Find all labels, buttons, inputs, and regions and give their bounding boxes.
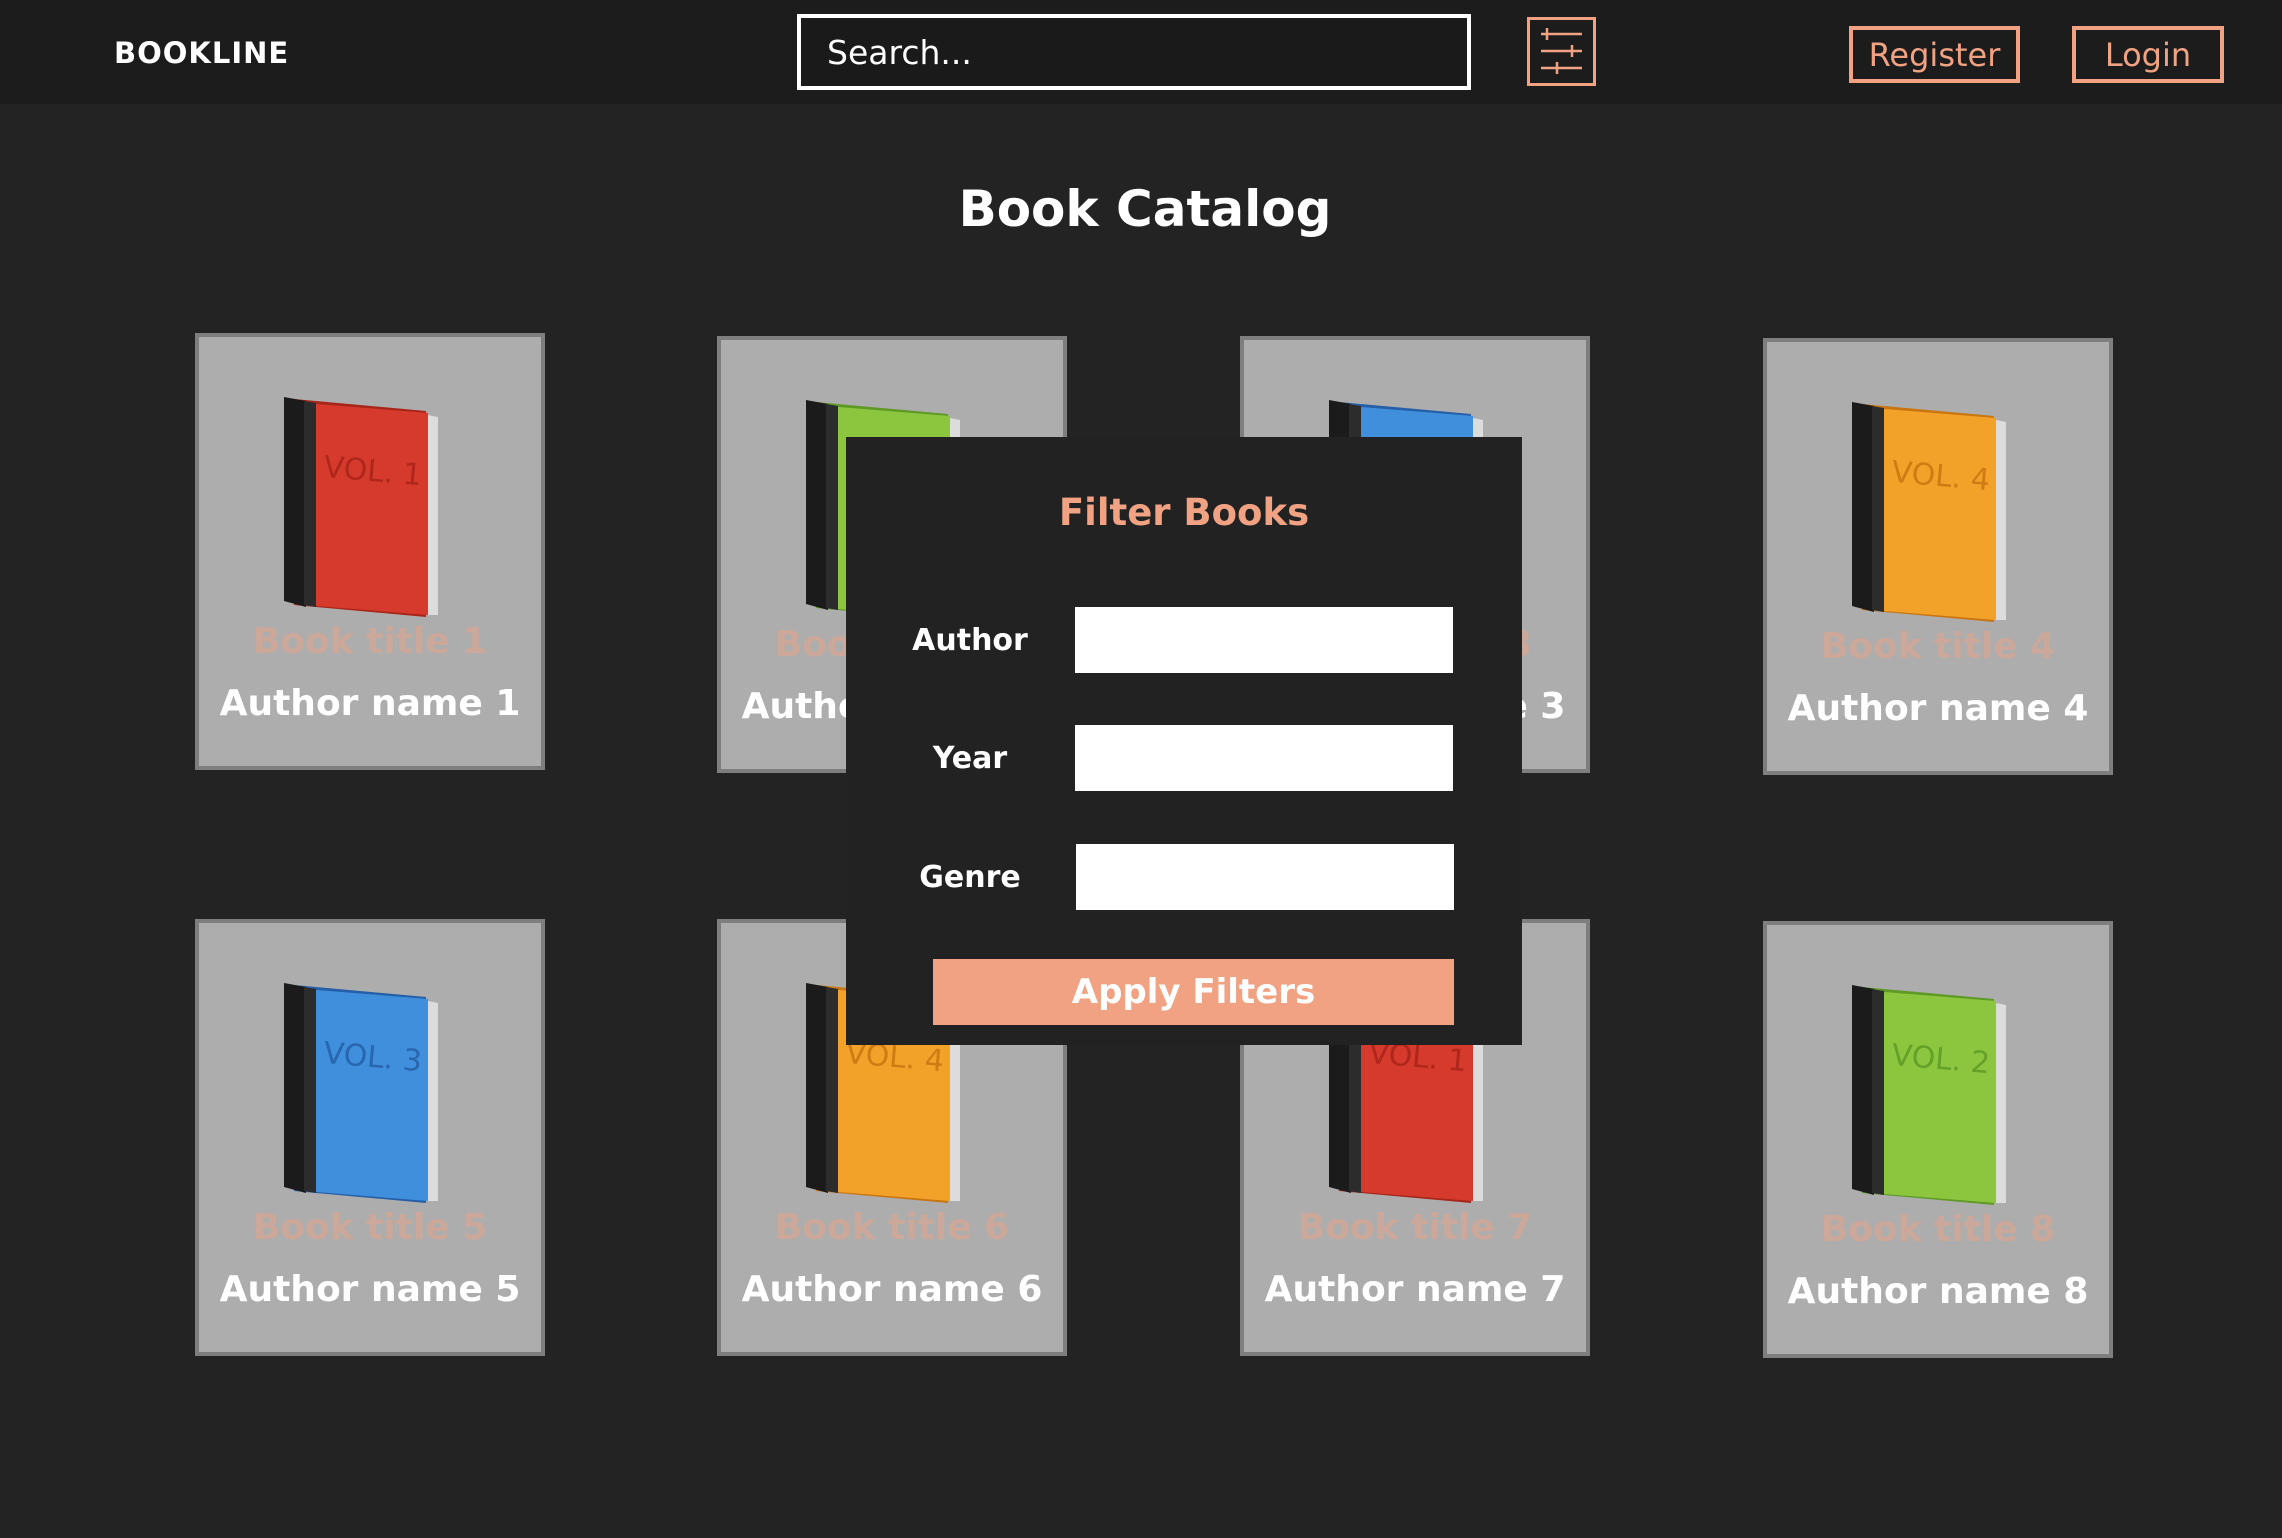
- book-title: Book title 6: [774, 1207, 1010, 1248]
- book-card[interactable]: VOL. 4 Book title 4 Author name 4: [1763, 338, 2113, 775]
- book-author: Author name 8: [1787, 1271, 2089, 1312]
- book-icon: VOL. 3: [276, 979, 466, 1214]
- book-title: Book title 7: [1297, 1207, 1533, 1248]
- register-button[interactable]: Register: [1849, 26, 2020, 83]
- genre-filter-input[interactable]: [1076, 844, 1454, 910]
- page-title: Book Catalog: [958, 180, 1332, 238]
- book-icon: VOL. 4: [1844, 398, 2034, 633]
- book-card[interactable]: VOL. 1 Book title 1 Author name 1: [195, 333, 545, 770]
- filter-toggle-button[interactable]: [1527, 17, 1596, 86]
- filter-modal: Filter Books Author Year Genre Apply Fil…: [846, 437, 1522, 1045]
- login-button[interactable]: Login: [2072, 26, 2224, 83]
- book-author: Author name 4: [1787, 688, 2089, 729]
- book-card[interactable]: VOL. 3 Book title 5 Author name 5: [195, 919, 545, 1356]
- author-label: Author: [912, 623, 1028, 658]
- book-author: Author name 5: [219, 1269, 521, 1310]
- book-author: Author name 1: [219, 683, 521, 724]
- book-icon: VOL. 2: [1844, 981, 2034, 1216]
- book-title: Book title 5: [252, 1207, 488, 1248]
- year-filter-input[interactable]: [1075, 725, 1453, 791]
- author-filter-input[interactable]: [1075, 607, 1453, 673]
- book-title: Book title 4: [1820, 626, 2056, 667]
- search-input[interactable]: [797, 14, 1471, 90]
- book-author: Author name 7: [1264, 1269, 1566, 1310]
- year-label: Year: [932, 741, 1008, 776]
- book-title: Book title 8: [1820, 1209, 2056, 1250]
- filter-modal-title: Filter Books: [1058, 491, 1310, 534]
- sliders-icon: [1530, 20, 1593, 83]
- book-icon: VOL. 1: [276, 393, 466, 628]
- genre-label: Genre: [919, 860, 1021, 895]
- book-author: Author name 6: [741, 1269, 1043, 1310]
- apply-filters-button[interactable]: Apply Filters: [933, 959, 1454, 1025]
- top-nav-bar: BOOKLINE Register Login: [0, 0, 2282, 104]
- book-title: Book title 1: [252, 621, 488, 662]
- book-card[interactable]: VOL. 2 Book title 8 Author name 8: [1763, 921, 2113, 1358]
- site-logo[interactable]: BOOKLINE: [114, 36, 289, 70]
